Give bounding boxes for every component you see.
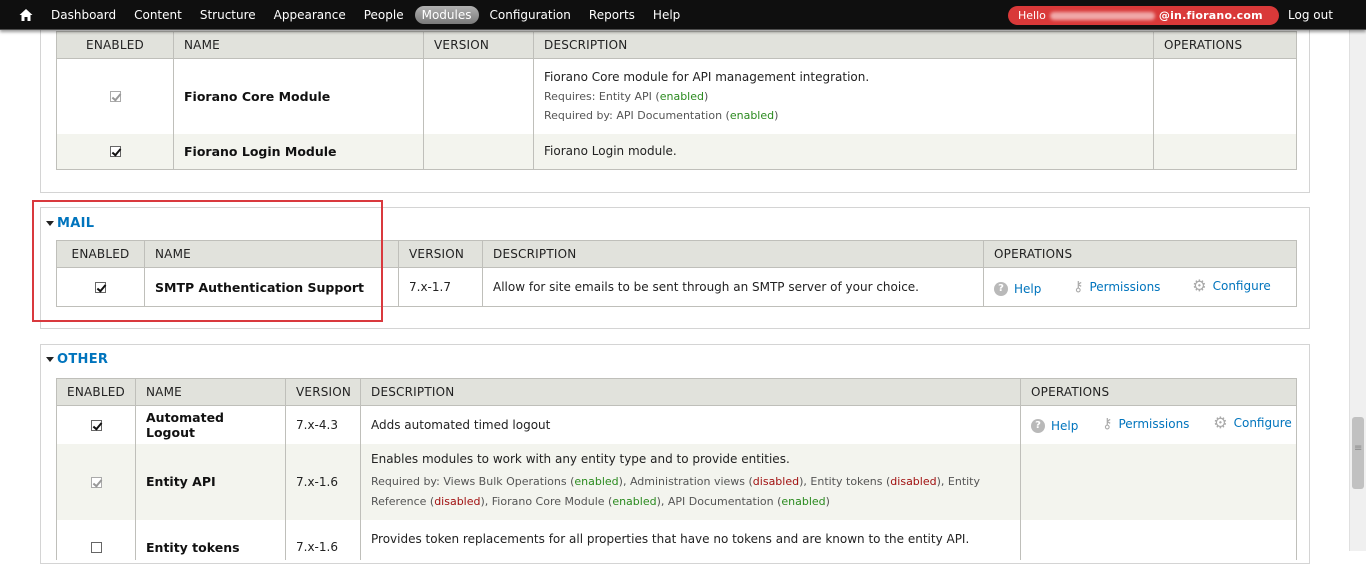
module-name: Fiorano Core Module	[173, 58, 424, 134]
col-description: DESCRIPTION	[360, 378, 1021, 406]
mail-modules-table: ENABLED NAME VERSION DESCRIPTION OPERATI…	[56, 240, 1297, 307]
col-enabled: ENABLED	[56, 31, 174, 59]
module-version: 7.x-1.6	[285, 519, 361, 560]
col-operations: OPERATIONS	[1020, 378, 1297, 406]
col-operations: OPERATIONS	[1153, 31, 1297, 59]
module-description: Adds automated timed logout	[360, 405, 1021, 444]
help-link[interactable]: ? Help	[1031, 419, 1078, 434]
module-version: 7.x-1.7	[398, 267, 483, 307]
module-description: Fiorano Login module.	[533, 133, 1154, 170]
col-enabled: ENABLED	[56, 240, 145, 268]
table-row: Fiorano Login Module Fiorano Login modul…	[56, 133, 1297, 170]
gear-icon: ⚙	[1213, 413, 1228, 433]
other-legend-toggle[interactable]: OTHER	[46, 352, 108, 367]
configure-link[interactable]: ⚙ Configure	[1192, 275, 1271, 295]
collapse-arrow-icon	[46, 221, 54, 226]
module-required-by: Required by: API Documentation (enabled)	[544, 108, 779, 122]
fiorano-modules-table: ENABLED NAME VERSION DESCRIPTION OPERATI…	[56, 31, 1297, 170]
menu-content[interactable]: Content	[127, 6, 189, 24]
menu-people[interactable]: People	[357, 6, 411, 24]
logout-link[interactable]: Log out	[1288, 8, 1333, 22]
table-row: Automated Logout 7.x-4.3 Adds automated …	[56, 405, 1297, 444]
mail-legend-toggle[interactable]: MAIL	[46, 216, 94, 231]
home-icon[interactable]	[18, 7, 34, 23]
col-name: NAME	[173, 31, 424, 59]
col-version: VERSION	[285, 378, 361, 406]
toolbar-menu: Dashboard Content Structure Appearance P…	[44, 0, 691, 30]
menu-help[interactable]: Help	[646, 6, 687, 24]
module-description: Enables modules to work with any entity …	[371, 451, 790, 466]
help-link[interactable]: ? Help	[994, 281, 1041, 296]
module-description: Fiorano Core module for API management i…	[544, 69, 870, 84]
help-icon: ?	[1031, 419, 1045, 434]
hello-label: Hello	[1018, 9, 1046, 22]
permissions-link[interactable]: ⚷ Permissions	[1102, 416, 1189, 432]
gear-icon: ⚙	[1192, 275, 1207, 295]
menu-reports[interactable]: Reports	[582, 6, 642, 24]
col-name: NAME	[144, 240, 399, 268]
table-row: Fiorano Core Module Fiorano Core module …	[56, 58, 1297, 134]
col-name: NAME	[135, 378, 286, 406]
menu-appearance[interactable]: Appearance	[267, 6, 353, 24]
module-name: Automated Logout	[135, 405, 286, 444]
blurred-username	[1049, 11, 1155, 20]
module-name: SMTP Authentication Support	[144, 267, 399, 307]
module-name: Entity tokens	[135, 519, 286, 560]
other-modules-table: ENABLED NAME VERSION DESCRIPTION OPERATI…	[56, 378, 1297, 560]
col-description: DESCRIPTION	[482, 240, 984, 268]
module-checkbox[interactable]	[90, 476, 102, 488]
col-version: VERSION	[423, 31, 534, 59]
help-icon: ?	[994, 281, 1008, 296]
user-account-link[interactable]: Hello @in.fiorano.com	[1008, 6, 1279, 25]
scrollbar-thumb[interactable]	[1352, 417, 1364, 489]
configure-link[interactable]: ⚙ Configure	[1213, 413, 1292, 433]
permissions-link[interactable]: ⚷ Permissions	[1073, 279, 1160, 295]
module-name: Entity API	[135, 443, 286, 520]
module-checkbox[interactable]	[109, 91, 121, 103]
module-description: Provides token replacements for all prop…	[360, 519, 1021, 560]
page-scrollbar[interactable]	[1349, 30, 1366, 551]
module-checkbox[interactable]	[95, 282, 106, 293]
module-checkbox[interactable]	[90, 419, 102, 431]
module-version: 7.x-4.3	[285, 405, 361, 444]
module-requires: Requires: Entity API (enabled)	[544, 89, 709, 103]
table-row: Entity tokens 7.x-1.6 Provides token rep…	[56, 519, 1297, 560]
menu-dashboard[interactable]: Dashboard	[44, 6, 123, 24]
admin-toolbar: Dashboard Content Structure Appearance P…	[0, 0, 1366, 30]
collapse-arrow-icon	[46, 357, 54, 362]
email-domain: @in.fiorano.com	[1158, 9, 1263, 22]
menu-structure[interactable]: Structure	[193, 6, 263, 24]
module-version: 7.x-1.6	[285, 443, 361, 520]
table-row: Entity API 7.x-1.6 Enables modules to wo…	[56, 443, 1297, 520]
key-icon: ⚷	[1073, 278, 1084, 295]
module-name: Fiorano Login Module	[173, 133, 424, 170]
module-required-by: Required by: Views Bulk Operations (enab…	[371, 474, 981, 508]
module-checkbox[interactable]	[109, 146, 121, 158]
module-description: Allow for site emails to be sent through…	[482, 267, 984, 307]
key-icon: ⚷	[1102, 416, 1113, 433]
table-row: SMTP Authentication Support 7.x-1.7 Allo…	[56, 267, 1297, 307]
col-operations: OPERATIONS	[983, 240, 1297, 268]
col-enabled: ENABLED	[56, 378, 136, 406]
menu-modules[interactable]: Modules	[414, 6, 479, 24]
col-description: DESCRIPTION	[533, 31, 1154, 59]
col-version: VERSION	[398, 240, 483, 268]
menu-configuration[interactable]: Configuration	[483, 6, 578, 24]
